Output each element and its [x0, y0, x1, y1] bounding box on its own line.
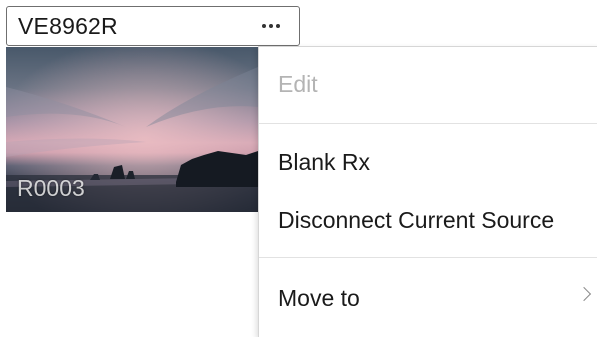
ellipsis-dot	[276, 24, 280, 28]
menu-item-blank-rx[interactable]: Blank Rx	[259, 142, 597, 182]
source-preview-thumbnail[interactable]: R0003	[6, 47, 258, 212]
context-menu: Edit Blank Rx Disconnect Current Source …	[258, 46, 597, 337]
ellipsis-dot	[269, 24, 273, 28]
menu-item-label: Move to	[278, 285, 360, 311]
menu-item-label: Disconnect Current Source	[278, 207, 555, 233]
menu-item-move-to[interactable]: Move to	[259, 278, 597, 318]
menu-item-label: Blank Rx	[278, 149, 371, 175]
source-title: VE8962R	[18, 13, 118, 39]
preview-label: R0003	[17, 175, 85, 201]
menu-item-edit[interactable]: Edit	[259, 64, 597, 104]
ellipsis-dot	[262, 24, 266, 28]
more-options-button[interactable]	[257, 15, 285, 37]
menu-item-label: Edit	[278, 71, 318, 97]
menu-divider	[259, 123, 597, 124]
menu-item-disconnect-current-source[interactable]: Disconnect Current Source	[259, 200, 597, 240]
chevron-right-icon	[576, 286, 592, 302]
source-card-header: VE8962R	[6, 6, 300, 46]
menu-divider	[259, 257, 597, 258]
